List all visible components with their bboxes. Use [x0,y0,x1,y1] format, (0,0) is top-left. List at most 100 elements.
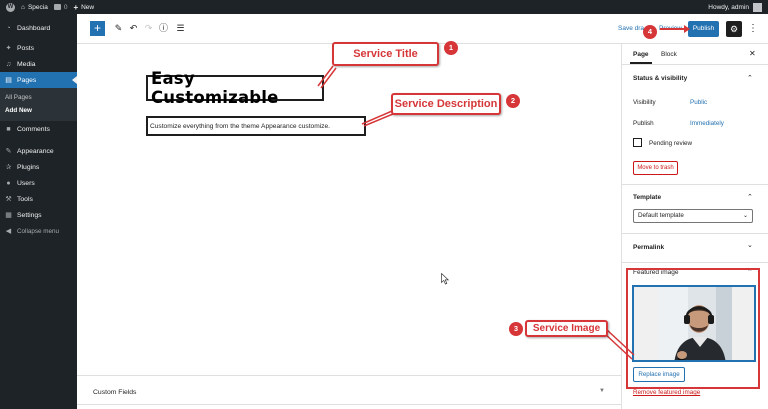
post-title[interactable]: Easy Customizable [151,69,322,107]
sidebar-item-pages[interactable]: ▤ Pages [0,72,77,88]
chevron-down-icon: ⌄ [742,213,748,219]
sidebar-item-label: Media [17,60,36,68]
sidebar-item-collapse[interactable]: ◀ Collapse menu [0,223,77,239]
howdy-text[interactable]: Howdy, admin [708,4,749,11]
sidebar-item-label: Appearance [17,147,54,155]
sidebar-item-dashboard[interactable]: ◔ Dashboard [0,20,77,36]
wordpress-logo-icon[interactable]: W [6,2,15,12]
settings-gear-icon[interactable]: ⚙ [726,21,742,37]
chevron-up-icon[interactable]: ⌃ [747,193,753,201]
account-menu[interactable]: Howdy, admin [708,0,762,14]
sidebar-item-tools[interactable]: ⚒ Tools [0,191,77,207]
sidebar-item-plugins[interactable]: ✰ Plugins [0,159,77,175]
more-options-icon[interactable]: ⋮ [748,21,758,37]
featured-image-highlight [626,268,760,389]
admin-bar: W ⌂ Specia 0 + New Howdy, admin [0,0,768,14]
new-content-menu[interactable]: + New [73,3,94,12]
sidebar-item-label: Plugins [17,163,40,171]
divider [77,404,621,405]
editor-toolbar: + ✎ ↶ ↷ ⓘ ☰ Save dra Preview Publish ⚙ ⋮ [77,14,768,44]
editor-canvas: Easy Customizable Customize everything f… [77,44,621,409]
status-visibility-title[interactable]: Status & visibility [633,75,687,82]
sidebar-item-label: Dashboard [17,24,51,32]
comment-bubble-icon [53,4,61,10]
save-draft-button[interactable]: Save dra [618,25,644,32]
pending-review-checkbox[interactable] [633,138,642,147]
publish-date-value[interactable]: Immediately [690,120,724,127]
admin-sidebar: ◔ Dashboard ✦ Posts ♫ Media ▤ Pages All … [0,14,77,409]
site-name[interactable]: Specia [28,4,48,11]
comments-menu[interactable]: 0 [53,3,68,11]
sidebar-item-posts[interactable]: ✦ Posts [0,40,77,56]
active-tab-indicator [630,62,652,64]
site-name-menu[interactable]: ⌂ Specia [21,4,48,11]
visibility-value[interactable]: Public [690,99,707,106]
new-label[interactable]: New [81,4,94,11]
sidebar-item-label: Comments [17,125,50,133]
plugin-icon: ✰ [5,163,12,171]
close-icon[interactable]: ✕ [749,49,756,58]
custom-fields-label[interactable]: Custom Fields [93,389,136,396]
avatar[interactable] [753,2,762,12]
template-title[interactable]: Template [633,194,661,201]
brush-icon: ✎ [5,147,12,155]
template-select[interactable]: Default template ⌄ [633,209,753,223]
chevron-down-icon[interactable]: ⌄ [747,241,753,249]
pages-submenu: All Pages Add New [0,88,77,121]
wp-logo-menu[interactable]: W [6,2,15,12]
service-image-callout: Service Image [525,320,608,337]
publish-label: Publish [633,120,654,127]
sidebar-item-users[interactable]: ● Users [0,175,77,191]
pending-review-label[interactable]: Pending review [649,140,692,147]
description-highlight: Customize everything from the theme Appe… [146,116,366,136]
sidebar-item-media[interactable]: ♫ Media [0,56,77,72]
caret-down-icon[interactable]: ▼ [599,388,605,394]
list-view-icon[interactable]: ☰ [175,22,186,34]
media-icon: ♫ [5,60,12,68]
mouse-cursor-icon [441,273,449,285]
submenu-add-new[interactable]: Add New [0,104,77,117]
divider [622,262,768,263]
sidebar-item-label: Collapse menu [17,227,60,235]
title-highlight: Easy Customizable [146,69,324,107]
undo-icon[interactable]: ↶ [128,22,139,34]
sidebar-item-label: Settings [17,211,42,219]
redo-icon[interactable]: ↷ [143,22,154,34]
divider [622,233,768,234]
template-select-value: Default template [638,212,684,219]
submenu-all-pages[interactable]: All Pages [0,91,77,104]
comments-count: 0 [63,3,68,11]
sidebar-item-settings[interactable]: ▦ Settings [0,207,77,223]
custom-fields-panel[interactable]: Custom Fields ▼ [77,375,621,409]
move-to-trash-button[interactable]: Move to trash [633,161,678,175]
settings-icon: ▦ [5,211,12,219]
sidebar-item-label: Users [17,179,35,187]
home-icon: ⌂ [21,3,25,11]
tab-block[interactable]: Block [661,51,677,58]
block-inserter-button[interactable]: + [90,21,105,36]
publish-button[interactable]: Publish [688,21,719,37]
sidebar-item-label: Posts [17,44,34,52]
sidebar-item-label: Tools [17,195,33,203]
sidebar-item-appearance[interactable]: ✎ Appearance [0,143,77,159]
info-icon[interactable]: ⓘ [158,22,169,34]
visibility-label: Visibility [633,99,656,106]
plus-icon: + [73,2,79,12]
panel-tabs: Page Block ✕ [622,44,768,65]
tab-page[interactable]: Page [633,51,649,58]
pin-icon: ✦ [5,44,12,52]
divider [622,184,768,185]
pencil-icon[interactable]: ✎ [113,22,124,34]
badge-3: 3 [509,322,523,336]
service-description-callout: Service Description [391,93,501,115]
sidebar-item-label: Pages [17,76,37,84]
remove-featured-image-link[interactable]: Remove featured image [633,389,700,396]
permalink-title[interactable]: Permalink [633,244,664,251]
post-description[interactable]: Customize everything from the theme Appe… [150,123,330,130]
pages-icon: ▤ [5,76,12,84]
badge-2: 2 [506,94,520,108]
chevron-up-icon[interactable]: ⌃ [747,74,753,82]
sidebar-item-comments[interactable]: ■ Comments [0,121,77,137]
preview-button[interactable]: Preview [659,25,682,32]
comments-icon: ■ [6,125,11,133]
